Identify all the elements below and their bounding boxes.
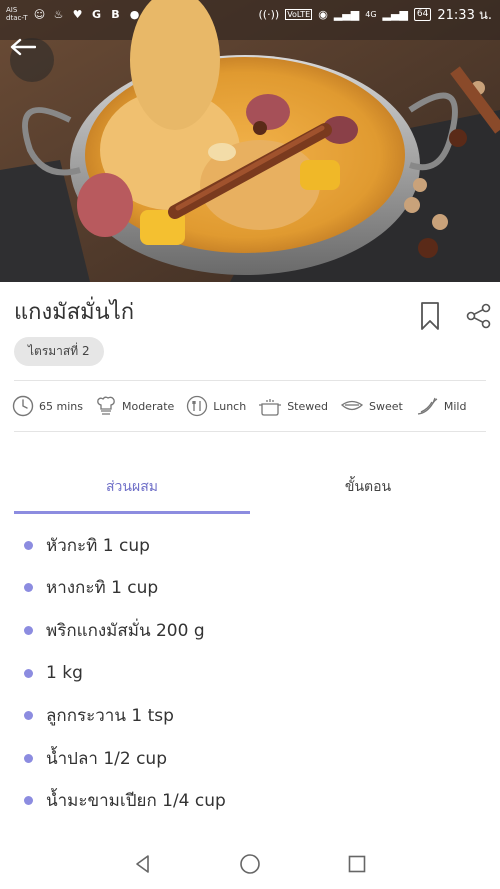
status-bar: AIS dtac-T ☺ ♨ ♥ G B ● ((·)) VoLTE ◉ ▂▄▆…: [0, 0, 500, 28]
list-item: น้ำมะขามเปียก 1/4 cup: [0, 780, 500, 823]
line-app-icon: ♨: [53, 7, 64, 21]
system-navigation-bar: [0, 838, 500, 889]
share-icon: [466, 303, 491, 329]
nav-recents-button[interactable]: [343, 850, 371, 878]
mouth-icon: [340, 400, 364, 411]
arrow-left-icon: [10, 38, 36, 56]
taste: Sweet: [340, 395, 403, 417]
circle-home-icon: [240, 853, 260, 874]
carrier-name: AIS dtac-T: [6, 6, 28, 22]
nav-home-button[interactable]: [236, 850, 264, 878]
bullet: [24, 540, 33, 550]
cook-time: 65 mins: [12, 395, 83, 417]
ingredient-list: หัวกะทิ 1 cup หางกะทิ 1 cup พริกแกงมัสมั…: [0, 524, 500, 822]
b-app-icon: B: [111, 7, 120, 21]
list-item: พริกแกงมัสมั่น 200 g: [0, 609, 500, 652]
chili-icon: [417, 397, 438, 415]
recipe-title: แกงมัสมั่นไก่: [14, 300, 135, 325]
active-tab-indicator: [14, 511, 250, 514]
shield-icon: ♥: [72, 7, 83, 21]
battery-indicator: 64: [413, 7, 432, 21]
bullet: [24, 583, 33, 593]
bullet: [24, 753, 33, 763]
recipe-info-row: 65 mins Moderate Lunch Stewed Sweet Mild: [12, 393, 492, 419]
list-item: หัวกะทิ 1 cup: [0, 524, 500, 567]
difficulty: Moderate: [95, 395, 174, 417]
bookmark-icon: [421, 302, 439, 330]
app-notification-icon: ☺: [33, 7, 46, 21]
volte-icon: VoLTE: [285, 8, 313, 20]
spice-level: Mild: [415, 395, 466, 417]
bullet: [24, 668, 33, 678]
recipe-hero-image: [0, 0, 500, 282]
bullet: [24, 625, 33, 635]
tab-steps[interactable]: ขั้นตอน: [250, 470, 486, 504]
nav-back-button[interactable]: [129, 850, 157, 878]
eye-icon: ◉: [318, 7, 328, 21]
cooking-method: Stewed: [258, 395, 328, 417]
bullet: [24, 711, 33, 721]
clock-icon: [12, 395, 34, 417]
share-button[interactable]: [466, 303, 492, 329]
meal-type: Lunch: [186, 395, 246, 417]
signal-icon: ▂▄▆: [333, 7, 360, 21]
tab-ingredients[interactable]: ส่วนผสม: [14, 470, 250, 504]
list-item: หางกะทิ 1 cup: [0, 567, 500, 610]
google-icon: G: [91, 7, 102, 21]
triangle-back-icon: [136, 854, 150, 873]
food-photo: [0, 0, 500, 282]
bookmark-button[interactable]: [418, 300, 442, 332]
chef-hat-icon: [97, 396, 115, 415]
list-item: น้ำปลา 1/2 cup: [0, 737, 500, 780]
back-button[interactable]: [10, 38, 54, 82]
clock: 21:33 น.: [437, 7, 492, 23]
list-item: 1 kg: [0, 652, 500, 695]
network-type: 4G: [365, 9, 377, 19]
trimester-tag[interactable]: ไตรมาสที่ 2: [14, 337, 104, 366]
plate-cutlery-icon: [187, 395, 208, 417]
bullet: [24, 796, 33, 806]
signal-icon: ▂▄▆: [382, 7, 408, 21]
hotspot-icon: ((·)): [258, 7, 280, 21]
divider: [14, 431, 486, 432]
list-item: ลูกกระวาน 1 tsp: [0, 694, 500, 737]
chat-icon: ●: [129, 7, 140, 21]
square-recents-icon: [348, 855, 365, 872]
pot-icon: [259, 399, 282, 416]
divider: [14, 380, 486, 381]
